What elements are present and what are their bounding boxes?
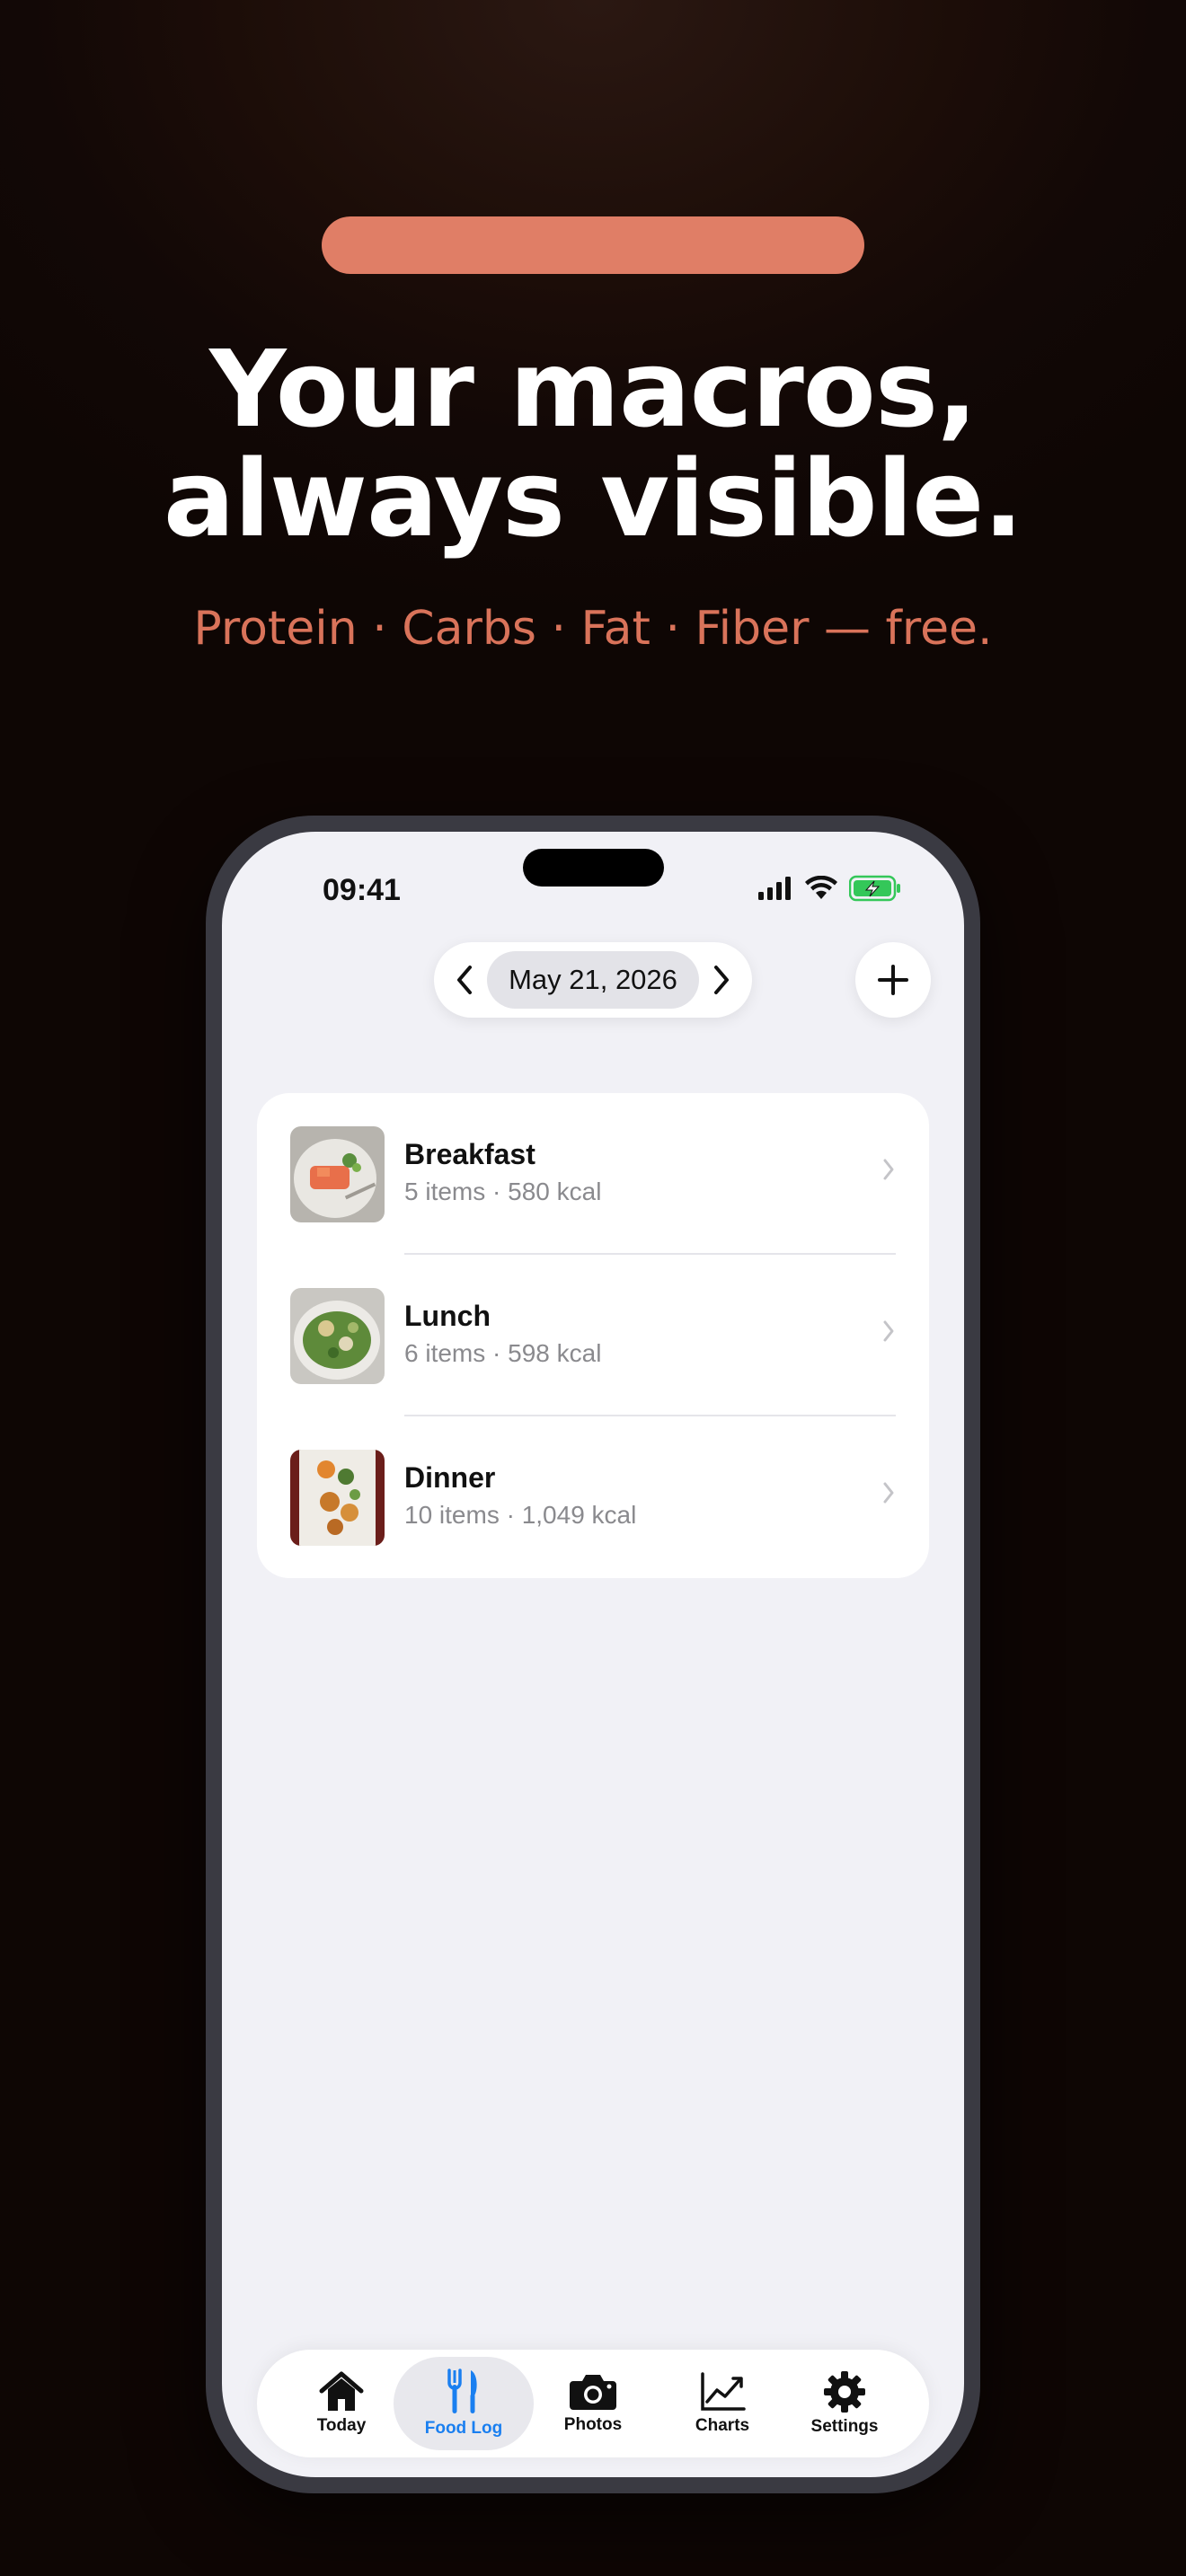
meal-summary: 5 items · 580 kcal bbox=[404, 1178, 602, 1205]
status-time: 09:41 bbox=[323, 873, 401, 907]
gear-icon bbox=[824, 2371, 865, 2413]
tab-label: Photos bbox=[563, 2415, 623, 2434]
meals-list: Breakfast 5 items · 580 kcal Lunch 6 ite… bbox=[257, 1093, 929, 1578]
meal-summary: 10 items · 1,049 kcal bbox=[404, 1501, 637, 1529]
chevron-right-icon bbox=[883, 1159, 894, 1180]
plus-icon bbox=[878, 965, 908, 995]
subheadline: Protein · Carbs · Fat · Fiber — free. bbox=[193, 602, 993, 656]
phone-screen: 09:41 May 21, 2026 Breakfast 5 items · 5… bbox=[222, 832, 964, 2477]
breakfast-photo bbox=[290, 1126, 385, 1222]
headline-line-1: Your macros, bbox=[209, 327, 978, 451]
date-label[interactable]: May 21, 2026 bbox=[487, 951, 699, 1009]
headline: Your macros, always visible. bbox=[0, 334, 1186, 553]
house-icon bbox=[319, 2371, 364, 2411]
status-icons bbox=[757, 875, 903, 902]
meal-name: Dinner bbox=[404, 1461, 496, 1494]
wifi-icon bbox=[805, 876, 837, 899]
meal-summary: 6 items · 598 kcal bbox=[404, 1339, 602, 1367]
meal-name: Lunch bbox=[404, 1300, 491, 1332]
phone-frame: 09:41 May 21, 2026 Breakfast 5 items · 5… bbox=[206, 816, 980, 2493]
tab-label: Food Log bbox=[424, 2419, 503, 2438]
camera-icon bbox=[570, 2375, 616, 2410]
lunch-photo bbox=[290, 1288, 385, 1384]
dynamic-island bbox=[523, 849, 664, 887]
meal-row-lunch[interactable]: Lunch 6 items · 598 kcal bbox=[257, 1255, 929, 1416]
tab-settings[interactable]: Settings bbox=[774, 2357, 915, 2450]
previous-day-button[interactable] bbox=[443, 951, 486, 1009]
accent-pill bbox=[322, 216, 864, 274]
battery-charging-icon bbox=[849, 875, 900, 902]
tab-charts[interactable]: Charts bbox=[652, 2357, 792, 2450]
meal-name: Breakfast bbox=[404, 1138, 535, 1170]
meal-row-dinner[interactable]: Dinner 10 items · 1,049 kcal bbox=[257, 1416, 929, 1578]
tab-today[interactable]: Today bbox=[271, 2357, 412, 2450]
meal-row-breakfast[interactable]: Breakfast 5 items · 580 kcal bbox=[257, 1093, 929, 1255]
tab-food-log[interactable]: Food Log bbox=[394, 2357, 534, 2450]
tab-label: Today bbox=[316, 2416, 367, 2435]
chart-line-icon bbox=[701, 2372, 746, 2411]
headline-line-2: always visible. bbox=[163, 437, 1023, 560]
chevron-right-icon bbox=[883, 1482, 894, 1504]
tab-bar: Today Food Log Photos Charts Settings bbox=[257, 2350, 929, 2457]
chevron-left-icon bbox=[457, 966, 472, 994]
chevron-right-icon bbox=[713, 966, 729, 994]
tab-label: Charts bbox=[695, 2416, 750, 2435]
tab-label: Settings bbox=[810, 2417, 879, 2436]
dinner-photo bbox=[290, 1450, 385, 1546]
fork-knife-icon bbox=[447, 2369, 477, 2413]
tab-photos[interactable]: Photos bbox=[523, 2357, 663, 2450]
next-day-button[interactable] bbox=[700, 951, 743, 1009]
add-meal-button[interactable] bbox=[855, 942, 931, 1018]
chevron-right-icon bbox=[883, 1320, 894, 1342]
date-navigator: May 21, 2026 bbox=[434, 942, 752, 1018]
cellular-signal-icon bbox=[758, 877, 791, 900]
